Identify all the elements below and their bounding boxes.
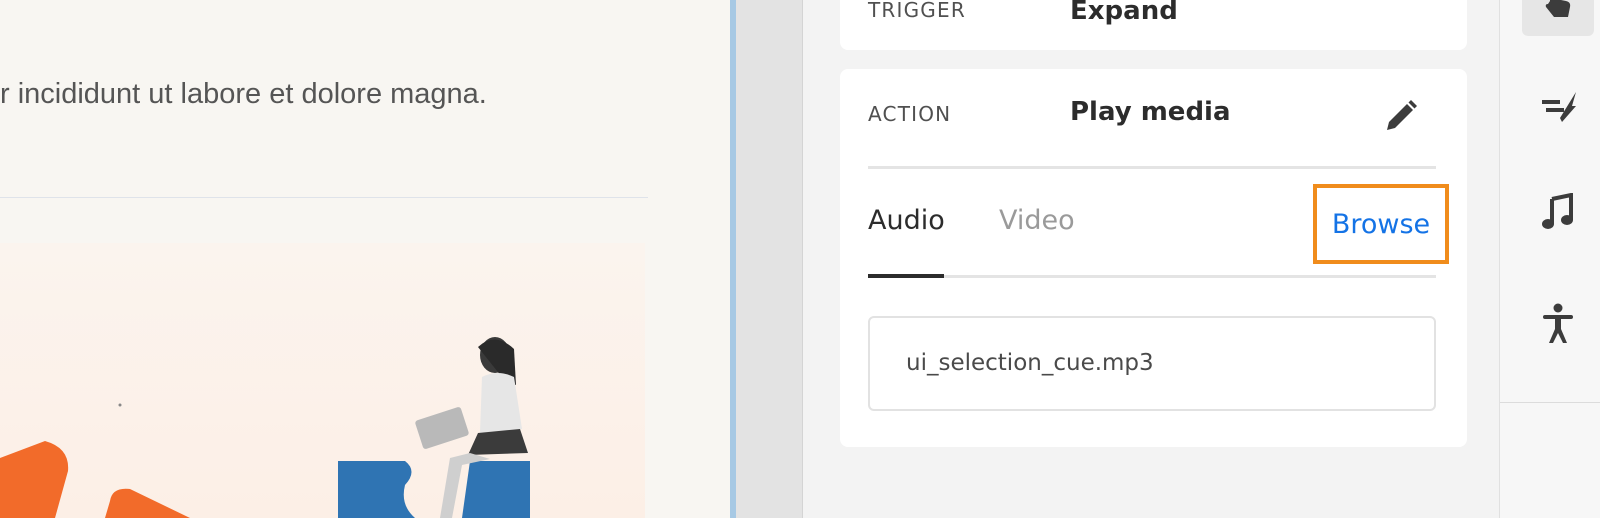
hero-illustration	[0, 243, 645, 518]
tabs-track	[868, 275, 1436, 278]
canvas-body-text: r incididunt ut labore et dolore magna.	[0, 78, 487, 110]
motion-icon	[1542, 92, 1576, 122]
action-card: ACTION Play media Audio Video Browse ui_…	[840, 69, 1467, 447]
canvas-divider	[0, 197, 648, 198]
media-file-field[interactable]: ui_selection_cue.mp3	[868, 316, 1436, 411]
rail-accessibility-button[interactable]	[1522, 293, 1594, 355]
music-note-icon	[1542, 193, 1573, 229]
illustration-graphic	[0, 337, 530, 518]
action-divider	[868, 166, 1436, 169]
accessibility-icon	[1543, 303, 1573, 343]
canvas-gutter	[736, 0, 804, 518]
tab-selected-indicator	[868, 274, 944, 278]
tab-video[interactable]: Video	[999, 205, 1075, 236]
action-label: ACTION	[868, 102, 952, 126]
trigger-value: Expand	[1070, 0, 1178, 26]
pencil-icon	[1387, 100, 1417, 130]
browse-button[interactable]: Browse	[1313, 184, 1449, 264]
right-icon-rail	[1499, 0, 1600, 518]
rail-interactions-button[interactable]	[1522, 0, 1594, 36]
rail-separator	[1500, 402, 1600, 403]
edit-action-button[interactable]	[1378, 95, 1422, 139]
interaction-properties-panel: TRIGGER Expand ACTION Play media Audio V…	[803, 0, 1499, 518]
tab-audio[interactable]: Audio	[868, 205, 945, 236]
trigger-label: TRIGGER	[868, 0, 966, 22]
canvas-preview: r incididunt ut labore et dolore magna.	[0, 0, 730, 518]
rail-motion-button[interactable]	[1522, 74, 1594, 136]
hand-pointer-icon	[1545, 0, 1571, 17]
media-file-value: ui_selection_cue.mp3	[906, 350, 1154, 376]
trigger-card: TRIGGER Expand	[840, 0, 1467, 50]
rail-audio-button[interactable]	[1522, 181, 1594, 243]
action-value: Play media	[1070, 97, 1231, 127]
browse-label: Browse	[1331, 208, 1431, 240]
